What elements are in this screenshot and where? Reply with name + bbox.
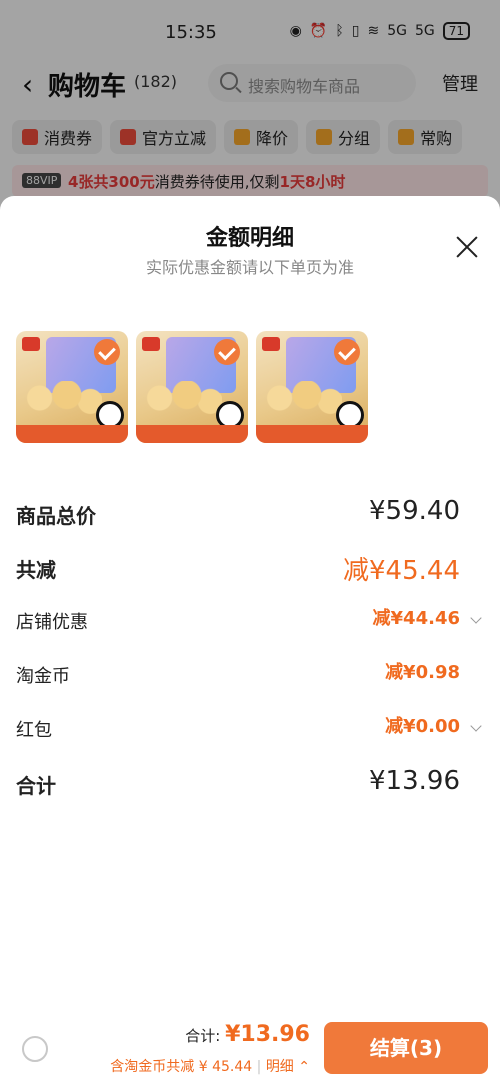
row-label: 淘金币 [16,666,70,687]
row-grand-total: 合计 ¥13.96 [0,762,500,802]
discount-note[interactable]: 含淘金币共减 ¥ 45.44 | 明细 ⌃ [110,1056,310,1076]
brand-logo [262,337,280,351]
check-icon [214,339,240,365]
product-snack-image [24,381,102,415]
product-thumbnail[interactable] [136,331,248,443]
row-taobao-coin: 淘金币 减¥0.98 [0,654,500,694]
select-all-radio[interactable] [22,1036,48,1062]
total-label: 合计: [185,1027,221,1045]
chevron-down-icon[interactable] [470,720,482,732]
promo-strip [16,425,128,443]
chevron-down-icon[interactable] [470,612,482,624]
chevron-up-icon: ⌃ [298,1059,310,1075]
detail-toggle[interactable]: 明细 [266,1059,294,1075]
row-label: 共减 [16,558,56,582]
discount-note-text: 含淘金币共减 ¥ 45.44 [110,1059,253,1075]
brand-logo [142,337,160,351]
check-icon [334,339,360,365]
row-value: ¥59.40 [369,496,460,526]
product-thumbnails [16,331,368,443]
checkout-total: 合计: ¥13.96 [185,1022,310,1047]
divider: | [256,1059,262,1075]
amount-detail-sheet: 金额明细 实际优惠金额请以下单页为准 商品总价 ¥59.40 共减 减¥45.4… [0,196,500,1085]
row-product-total: 商品总价 ¥59.40 [0,492,500,532]
product-snack-image [144,381,222,415]
row-label: 合计 [16,774,56,798]
row-label: 商品总价 [16,504,96,528]
sheet-title: 金额明细 [205,226,294,251]
product-snack-image [264,381,342,415]
row-red-packet[interactable]: 红包 减¥0.00 [0,708,500,748]
row-value: 减¥45.44 [343,556,460,586]
close-icon[interactable] [454,234,480,260]
row-total-discount: 共减 减¥45.44 [0,546,500,586]
total-amount: ¥13.96 [225,1022,310,1047]
checkout-button[interactable]: 结算(3) [324,1022,488,1074]
row-value: ¥13.96 [369,766,460,796]
promo-strip [136,425,248,443]
promo-strip [256,425,368,443]
row-store-discount[interactable]: 店铺优惠 减¥44.46 [0,600,500,640]
checkout-bar: 合计: ¥13.96 含淘金币共减 ¥ 45.44 | 明细 ⌃ 结算(3) [0,1010,500,1085]
brand-logo [22,337,40,351]
row-value: 减¥44.46 [372,608,460,629]
product-thumbnail[interactable] [256,331,368,443]
row-value: 减¥0.98 [385,662,460,683]
check-icon [94,339,120,365]
row-label: 红包 [16,720,52,741]
sheet-subtitle: 实际优惠金额请以下单页为准 [145,258,354,277]
row-label: 店铺优惠 [16,612,88,633]
product-thumbnail[interactable] [16,331,128,443]
row-value: 减¥0.00 [385,716,460,737]
